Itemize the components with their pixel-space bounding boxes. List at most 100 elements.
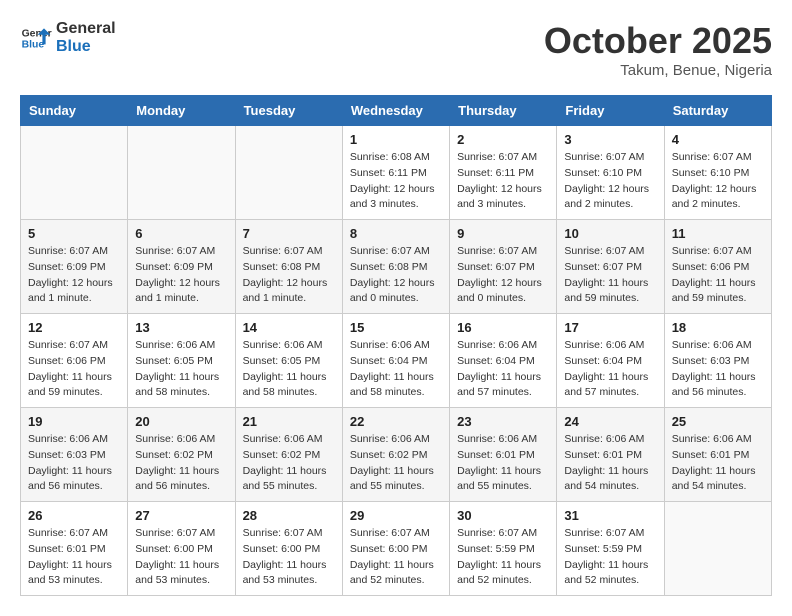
day-info: Sunrise: 6:06 AM Sunset: 6:05 PM Dayligh… [243, 338, 335, 401]
day-number: 18 [672, 320, 764, 335]
day-info: Sunrise: 6:07 AM Sunset: 6:08 PM Dayligh… [243, 244, 335, 307]
day-info: Sunrise: 6:06 AM Sunset: 6:01 PM Dayligh… [564, 432, 656, 495]
calendar-day-5: 5 Sunrise: 6:07 AM Sunset: 6:09 PM Daylig… [21, 220, 128, 314]
weekday-header-wednesday: Wednesday [342, 96, 449, 126]
calendar-day-23: 23Sunrise: 6:06 AM Sunset: 6:01 PM Dayli… [450, 408, 557, 502]
calendar-day-10: 10 Sunrise: 6:07 AM Sunset: 6:07 PM Dayli… [557, 220, 664, 314]
day-number: 17 [564, 320, 656, 335]
calendar-week-row: 5 Sunrise: 6:07 AM Sunset: 6:09 PM Daylig… [21, 220, 772, 314]
weekday-header-sunday: Sunday [21, 96, 128, 126]
calendar-day-27: 27 Sunrise: 6:07 AM Sunset: 6:00 PM Dayli… [128, 502, 235, 596]
page-header: General Blue General Blue October 2025 T… [20, 20, 772, 79]
day-info: Sunrise: 6:07 AM Sunset: 6:10 PM Dayligh… [672, 150, 764, 213]
month-title: October 2025 [544, 20, 772, 62]
calendar-day-4: 4 Sunrise: 6:07 AM Sunset: 6:10 PM Daylig… [664, 126, 771, 220]
calendar-day-9: 9Sunrise: 6:07 AM Sunset: 6:07 PM Daylig… [450, 220, 557, 314]
calendar-day-30: 30 Sunrise: 6:07 AM Sunset: 5:59 PM Dayli… [450, 502, 557, 596]
day-number: 3 [564, 132, 656, 147]
day-number: 4 [672, 132, 764, 147]
logo-line1: General [56, 20, 116, 38]
calendar-day-2: 2Sunrise: 6:07 AM Sunset: 6:11 PM Daylig… [450, 126, 557, 220]
calendar-table: SundayMondayTuesdayWednesdayThursdayFrid… [20, 95, 772, 596]
day-info: Sunrise: 6:07 AM Sunset: 6:06 PM Dayligh… [28, 338, 120, 401]
day-number: 30 [457, 508, 549, 523]
day-number: 9 [457, 226, 549, 241]
day-info: Sunrise: 6:06 AM Sunset: 6:05 PM Dayligh… [135, 338, 227, 401]
day-number: 20 [135, 414, 227, 429]
calendar-week-row: 1 Sunrise: 6:08 AM Sunset: 6:11 PM Daylig… [21, 126, 772, 220]
day-number: 21 [243, 414, 335, 429]
day-info: Sunrise: 6:06 AM Sunset: 6:04 PM Dayligh… [457, 338, 549, 401]
logo: General Blue General Blue [20, 20, 116, 55]
weekday-header-monday: Monday [128, 96, 235, 126]
calendar-week-row: 19Sunrise: 6:06 AM Sunset: 6:03 PM Dayli… [21, 408, 772, 502]
day-number: 7 [243, 226, 335, 241]
calendar-week-row: 12 Sunrise: 6:07 AM Sunset: 6:06 PM Dayli… [21, 314, 772, 408]
calendar-day-26: 26 Sunrise: 6:07 AM Sunset: 6:01 PM Dayli… [21, 502, 128, 596]
calendar-day-12: 12 Sunrise: 6:07 AM Sunset: 6:06 PM Dayli… [21, 314, 128, 408]
calendar-day-empty [21, 126, 128, 220]
weekday-header-tuesday: Tuesday [235, 96, 342, 126]
day-info: Sunrise: 6:06 AM Sunset: 6:02 PM Dayligh… [350, 432, 442, 495]
day-info: Sunrise: 6:07 AM Sunset: 6:10 PM Dayligh… [564, 150, 656, 213]
weekday-header-thursday: Thursday [450, 96, 557, 126]
day-number: 22 [350, 414, 442, 429]
calendar-day-empty [128, 126, 235, 220]
day-number: 10 [564, 226, 656, 241]
logo-line2: Blue [56, 38, 116, 56]
day-number: 26 [28, 508, 120, 523]
day-number: 11 [672, 226, 764, 241]
day-number: 29 [350, 508, 442, 523]
calendar-day-20: 20 Sunrise: 6:06 AM Sunset: 6:02 PM Dayli… [128, 408, 235, 502]
day-info: Sunrise: 6:07 AM Sunset: 6:11 PM Dayligh… [457, 150, 549, 213]
logo-icon: General Blue [20, 22, 52, 54]
day-number: 12 [28, 320, 120, 335]
calendar-day-21: 21 Sunrise: 6:06 AM Sunset: 6:02 PM Dayli… [235, 408, 342, 502]
day-number: 5 [28, 226, 120, 241]
calendar-day-22: 22 Sunrise: 6:06 AM Sunset: 6:02 PM Dayli… [342, 408, 449, 502]
day-number: 24 [564, 414, 656, 429]
day-info: Sunrise: 6:07 AM Sunset: 6:00 PM Dayligh… [135, 526, 227, 589]
calendar-day-empty [235, 126, 342, 220]
day-number: 16 [457, 320, 549, 335]
day-info: Sunrise: 6:07 AM Sunset: 5:59 PM Dayligh… [457, 526, 549, 589]
day-info: Sunrise: 6:07 AM Sunset: 6:06 PM Dayligh… [672, 244, 764, 307]
day-info: Sunrise: 6:06 AM Sunset: 6:02 PM Dayligh… [243, 432, 335, 495]
day-info: Sunrise: 6:07 AM Sunset: 6:09 PM Dayligh… [28, 244, 120, 307]
day-info: Sunrise: 6:06 AM Sunset: 6:04 PM Dayligh… [350, 338, 442, 401]
calendar-week-row: 26 Sunrise: 6:07 AM Sunset: 6:01 PM Dayli… [21, 502, 772, 596]
calendar-day-19: 19Sunrise: 6:06 AM Sunset: 6:03 PM Dayli… [21, 408, 128, 502]
calendar-day-18: 18Sunrise: 6:06 AM Sunset: 6:03 PM Dayli… [664, 314, 771, 408]
day-info: Sunrise: 6:07 AM Sunset: 6:00 PM Dayligh… [350, 526, 442, 589]
day-number: 15 [350, 320, 442, 335]
calendar-day-15: 15 Sunrise: 6:06 AM Sunset: 6:04 PM Dayli… [342, 314, 449, 408]
calendar-day-13: 13 Sunrise: 6:06 AM Sunset: 6:05 PM Dayli… [128, 314, 235, 408]
day-info: Sunrise: 6:06 AM Sunset: 6:01 PM Dayligh… [672, 432, 764, 495]
weekday-header-row: SundayMondayTuesdayWednesdayThursdayFrid… [21, 96, 772, 126]
day-info: Sunrise: 6:07 AM Sunset: 6:00 PM Dayligh… [243, 526, 335, 589]
day-info: Sunrise: 6:06 AM Sunset: 6:02 PM Dayligh… [135, 432, 227, 495]
day-info: Sunrise: 6:07 AM Sunset: 6:07 PM Dayligh… [564, 244, 656, 307]
day-info: Sunrise: 6:07 AM Sunset: 6:01 PM Dayligh… [28, 526, 120, 589]
svg-text:Blue: Blue [22, 39, 45, 50]
day-info: Sunrise: 6:08 AM Sunset: 6:11 PM Dayligh… [350, 150, 442, 213]
day-number: 31 [564, 508, 656, 523]
day-number: 25 [672, 414, 764, 429]
day-info: Sunrise: 6:06 AM Sunset: 6:04 PM Dayligh… [564, 338, 656, 401]
calendar-day-6: 6 Sunrise: 6:07 AM Sunset: 6:09 PM Daylig… [128, 220, 235, 314]
location: Takum, Benue, Nigeria [544, 62, 772, 79]
calendar-day-14: 14 Sunrise: 6:06 AM Sunset: 6:05 PM Dayli… [235, 314, 342, 408]
weekday-header-saturday: Saturday [664, 96, 771, 126]
day-number: 1 [350, 132, 442, 147]
calendar-day-8: 8Sunrise: 6:07 AM Sunset: 6:08 PM Daylig… [342, 220, 449, 314]
day-number: 8 [350, 226, 442, 241]
day-number: 6 [135, 226, 227, 241]
day-number: 13 [135, 320, 227, 335]
day-info: Sunrise: 6:07 AM Sunset: 6:09 PM Dayligh… [135, 244, 227, 307]
day-info: Sunrise: 6:06 AM Sunset: 6:01 PM Dayligh… [457, 432, 549, 495]
weekday-header-friday: Friday [557, 96, 664, 126]
day-number: 14 [243, 320, 335, 335]
calendar-day-29: 29 Sunrise: 6:07 AM Sunset: 6:00 PM Dayli… [342, 502, 449, 596]
calendar-day-empty [664, 502, 771, 596]
day-number: 27 [135, 508, 227, 523]
